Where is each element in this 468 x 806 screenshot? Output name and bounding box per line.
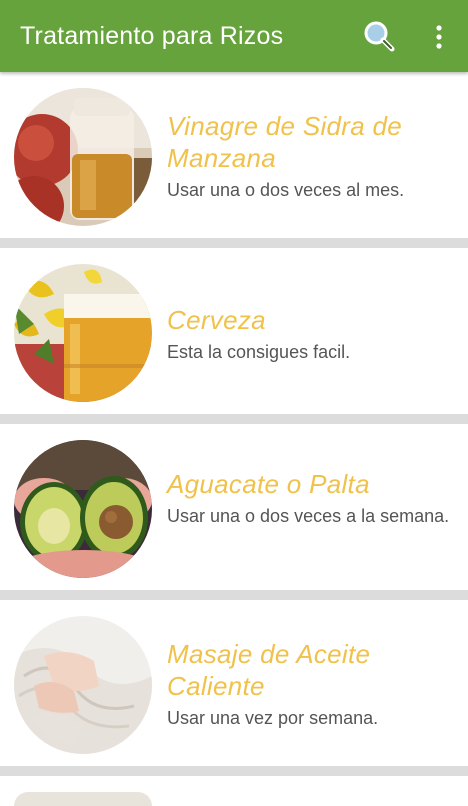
remedy-card-beer[interactable]: Cerveza Esta la consigues facil. (0, 248, 468, 414)
search-button[interactable] (360, 18, 398, 56)
app-bar: Tratamiento para Rizos (0, 0, 468, 72)
app-title: Tratamiento para Rizos (20, 22, 284, 50)
remedy-card-hot-oil[interactable]: Masaje de Aceite Caliente Usar una vez p… (0, 600, 468, 766)
remedy-card-partial[interactable] (0, 776, 468, 806)
remedy-title: Aguacate o Palta (167, 469, 370, 499)
vinegar-thumbnail (14, 88, 152, 226)
partial-thumbnail (14, 792, 152, 806)
overflow-menu-button[interactable] (426, 18, 452, 56)
remedy-subtitle: Esta la consigues facil. (167, 342, 351, 362)
remedy-title: Masaje de Aceite Caliente (167, 639, 371, 701)
search-icon (364, 21, 395, 52)
beer-thumbnail (14, 264, 152, 402)
remedy-title: Cerveza (167, 305, 266, 335)
remedy-subtitle: Usar una vez por semana. (167, 708, 379, 728)
remedy-subtitle: Usar una o dos veces a la semana. (167, 506, 450, 526)
remedy-card-vinegar[interactable]: Vinagre de Sidra de Manzana Usar una o d… (0, 72, 468, 238)
remedy-subtitle: Usar una o dos veces al mes. (167, 180, 405, 200)
remedy-title: Vinagre de Sidra de Manzana (167, 111, 403, 173)
hot-oil-thumbnail (14, 616, 152, 754)
avocado-thumbnail (14, 440, 152, 578)
more-vert-icon (436, 25, 442, 49)
remedy-card-avocado[interactable]: Aguacate o Palta Usar una o dos veces a … (0, 424, 468, 590)
